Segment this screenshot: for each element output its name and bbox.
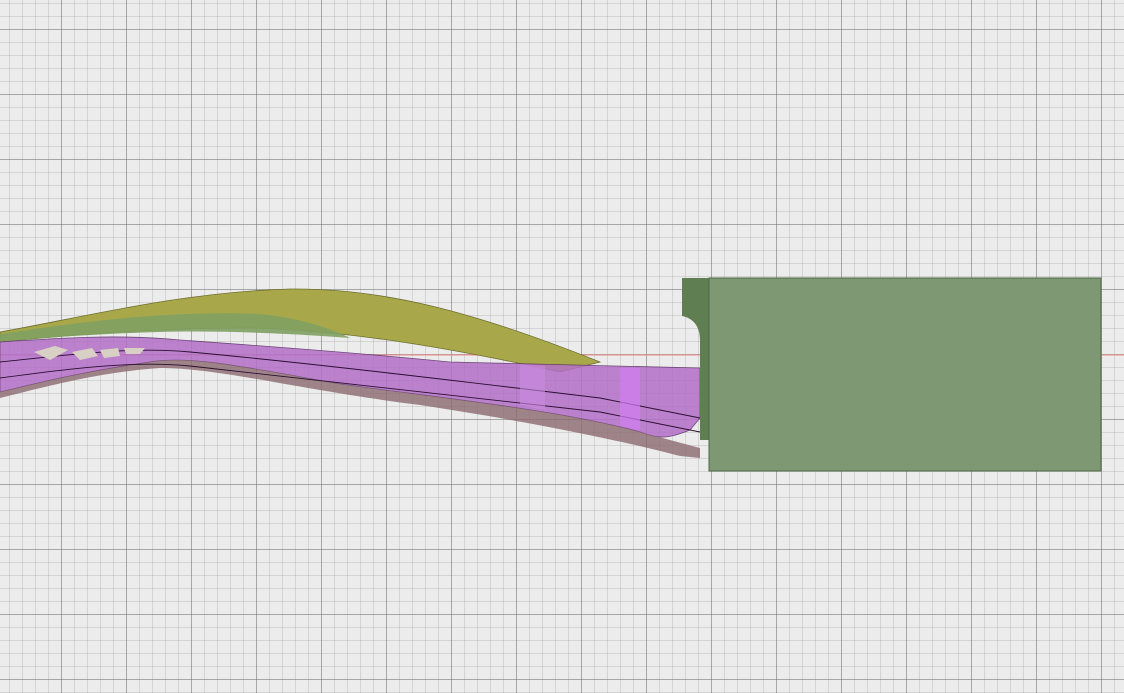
blade-highlight xyxy=(520,364,545,410)
fixture-block xyxy=(708,277,1102,472)
model-canvas[interactable] xyxy=(0,0,1124,693)
blade-highlight xyxy=(620,368,640,430)
cad-viewport[interactable] xyxy=(0,0,1124,693)
